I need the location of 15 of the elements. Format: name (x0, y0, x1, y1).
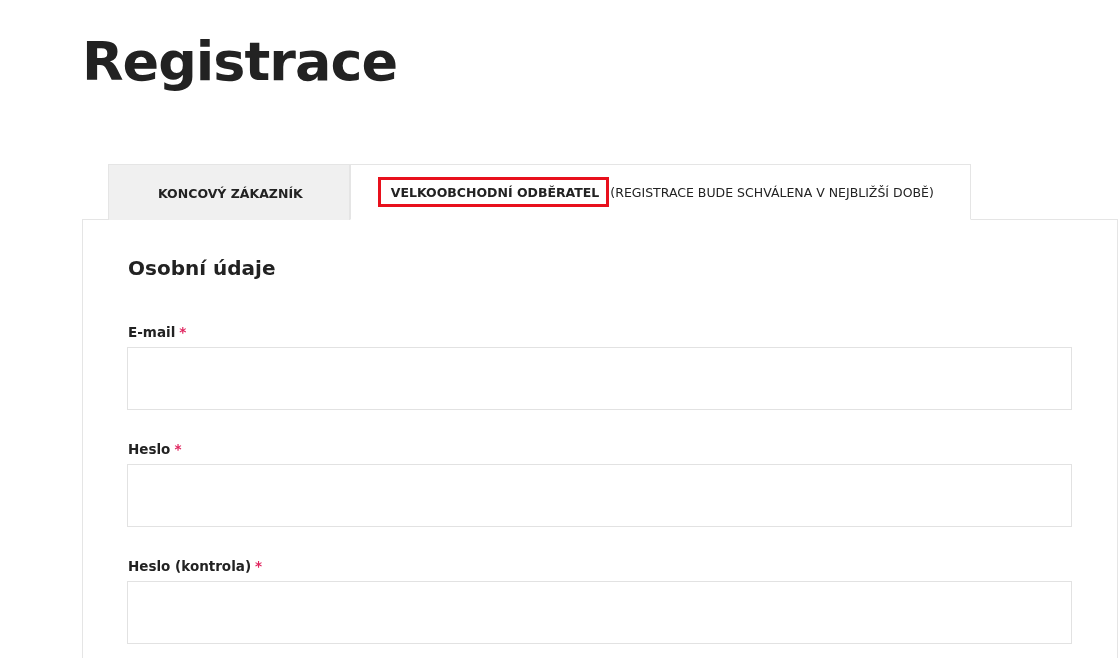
tab-note: (REGISTRACE BUDE SCHVÁLENA V NEJBLIŽŠÍ DOBĚ) (610, 184, 934, 200)
section-heading: Osobní údaje (128, 256, 277, 280)
input-field[interactable] (127, 347, 1072, 410)
required-mark: * (255, 558, 263, 574)
field-label: Heslo (128, 441, 171, 457)
input-field[interactable] (127, 464, 1072, 527)
required-mark: * (179, 324, 187, 340)
tab[interactable]: VELKOOBCHODNÍ ODBĚRATEL (REGISTRACE BUDE SCHVÁLENA V NEJBLIŽŠÍ DOBĚ) (349, 164, 971, 220)
field-label: E-mail (128, 324, 176, 340)
input-field[interactable] (127, 581, 1072, 644)
page-title: Registrace (82, 29, 399, 95)
required-mark: * (174, 441, 182, 457)
highlight-frame: VELKOOBCHODNÍ ODBĚRATEL (377, 177, 610, 207)
tab[interactable]: KONCOVÝ ZÁKAZNÍK (108, 164, 350, 220)
field-label: Heslo (kontrola) (128, 558, 252, 574)
